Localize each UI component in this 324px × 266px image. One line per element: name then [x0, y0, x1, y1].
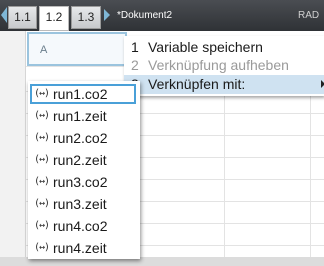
grid-line — [224, 66, 225, 266]
variable-item[interactable]: (↔) run3.zeit — [28, 193, 140, 215]
grid-line — [310, 66, 311, 266]
link-variable-icon: (↔) — [34, 220, 50, 231]
variable-item[interactable]: (↔) run2.co2 — [28, 127, 140, 149]
tab-page-1-3[interactable]: 1.3 — [71, 6, 101, 29]
tab-bar: 1.1 1.2 1.3 *Dokument2 RAD — [0, 0, 324, 31]
variable-label: run2.zeit — [53, 152, 107, 168]
tab-scroll-right-icon[interactable] — [104, 9, 110, 21]
app-window: 1.1 1.2 1.3 *Dokument2 RAD A 1 Variable … — [0, 0, 324, 266]
variable-item[interactable]: (↔) run4.co2 — [28, 215, 140, 237]
menu-item-verknuepfung-aufheben: 2 Verknüpfung aufheben — [124, 56, 324, 75]
menu-item-label: Variable speichern — [148, 39, 263, 55]
variable-submenu: (↔) run1.co2 (↔) run1.zeit (↔) run2.co2 … — [28, 81, 140, 259]
document-title: *Dokument2 — [117, 10, 173, 21]
menu-item-variable-speichern[interactable]: 1 Variable speichern — [124, 38, 324, 57]
link-variable-icon: (↔) — [34, 88, 50, 99]
variable-item[interactable]: (↔) run1.co2 — [28, 83, 140, 105]
angle-mode-label: RAD — [298, 10, 320, 21]
variable-item[interactable]: (↔) run2.zeit — [28, 149, 140, 171]
variable-item[interactable]: (↔) run4.zeit — [28, 237, 140, 259]
variable-item[interactable]: (↔) run3.co2 — [28, 171, 140, 193]
link-variable-icon: (↔) — [34, 198, 50, 209]
variable-label: run3.co2 — [53, 174, 108, 190]
link-variable-icon: (↔) — [34, 176, 50, 187]
tab-scroll-left-icon[interactable] — [1, 7, 7, 23]
variable-item[interactable]: (↔) run1.zeit — [28, 105, 140, 127]
menu-item-verknuepfen-mit[interactable]: 3 Verknüpfen mit: — [124, 75, 324, 94]
variable-label: run1.zeit — [53, 108, 107, 124]
tab-page-1-1[interactable]: 1.1 — [8, 6, 37, 29]
menu-item-label: Verknüpfen mit: — [148, 76, 246, 92]
menu-item-number: 2 — [131, 57, 139, 73]
variable-label: run3.zeit — [53, 196, 107, 212]
variable-label: run4.co2 — [53, 218, 108, 234]
menu-item-label: Verknüpfung aufheben — [148, 57, 289, 73]
variable-label: run2.co2 — [53, 130, 108, 146]
link-variable-icon: (↔) — [34, 242, 50, 253]
link-variable-icon: (↔) — [34, 132, 50, 143]
column-a-header[interactable]: A — [27, 32, 127, 66]
column-a-letter: A — [40, 44, 48, 56]
context-menu: 1 Variable speichern 2 Verknüpfung aufhe… — [124, 36, 324, 96]
variable-label: run4.zeit — [53, 240, 107, 256]
row-header-strip — [0, 31, 26, 266]
tab-page-1-2[interactable]: 1.2 — [39, 6, 69, 31]
link-variable-icon: (↔) — [34, 154, 50, 165]
menu-item-number: 1 — [131, 39, 139, 55]
link-variable-icon: (↔) — [34, 110, 50, 121]
variable-label: run1.co2 — [53, 86, 108, 102]
